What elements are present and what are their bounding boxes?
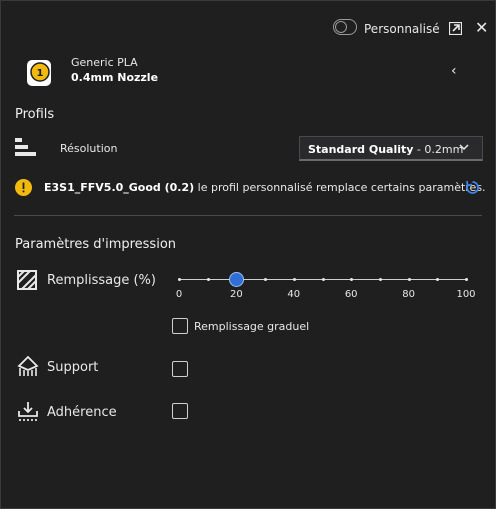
quality-layer-height: - 0.2mm [413, 143, 464, 156]
support-icon [17, 356, 39, 376]
infill-label: Remplissage (%) [47, 273, 156, 288]
override-warning: E3S1_FFV5.0_Good (0.2) le profil personn… [44, 181, 486, 194]
close-icon[interactable]: ✕ [475, 20, 488, 36]
slider-tick-label: 40 [287, 289, 301, 300]
slider-tick [436, 278, 440, 281]
reset-icon[interactable] [465, 180, 480, 195]
collapse-icon[interactable]: ‹ [451, 63, 457, 79]
chevron-down-icon [459, 144, 469, 151]
support-label: Support [47, 360, 99, 375]
slider-tick-label: 20 [230, 289, 243, 300]
slider-tick [264, 278, 268, 281]
slider-tick [378, 278, 382, 281]
extruder-number: 1 [37, 68, 44, 79]
adhesion-icon [18, 402, 38, 421]
adhesion-label: Adhérence [47, 405, 117, 420]
popout-icon[interactable] [449, 22, 462, 35]
slider-tick-label: 0 [175, 289, 183, 300]
slider-tick-label: 60 [344, 289, 358, 300]
slider-tick [292, 278, 296, 281]
support-checkbox[interactable] [172, 361, 188, 377]
slider-tick [350, 278, 354, 281]
material-name: Generic PLA [71, 56, 138, 69]
print-settings-panel: Personnalisé ✕ 1 Generic PLA 0.4mm Nozzl… [0, 0, 496, 509]
print-settings-title: Paramètres d'impression [15, 237, 177, 252]
slider-tick [321, 278, 325, 281]
slider-tick [206, 278, 210, 281]
slider-tick [465, 278, 468, 281]
adhesion-checkbox[interactable] [172, 403, 188, 419]
warning-icon [15, 179, 32, 196]
gradual-infill-checkbox[interactable] [172, 318, 188, 334]
quality-name: Standard Quality [308, 143, 414, 156]
resolution-label: Résolution [60, 142, 118, 155]
slider-tick-label: 80 [402, 289, 415, 300]
infill-slider-thumb[interactable] [229, 272, 245, 287]
slider-tick-label: 100 [456, 289, 476, 300]
divider [14, 215, 482, 216]
resolution-icon [15, 138, 36, 156]
gradual-infill-label: Remplissage graduel [194, 320, 310, 333]
nozzle-size: 0.4mm Nozzle [71, 71, 159, 84]
warning-message: le profil personnalisé remplace certains… [194, 181, 486, 194]
extruder-icon: 1 [27, 60, 51, 86]
slider-tick [407, 278, 411, 281]
slider-tick [178, 278, 181, 281]
infill-icon [17, 270, 37, 290]
custom-mode-label: Personnalisé [364, 22, 440, 36]
warning-profile-name: E3S1_FFV5.0_Good (0.2) [44, 181, 195, 194]
custom-mode-toggle[interactable] [333, 19, 357, 35]
quality-select[interactable]: Standard Quality - 0.2mm [299, 136, 483, 161]
profiles-title: Profils [15, 107, 55, 122]
